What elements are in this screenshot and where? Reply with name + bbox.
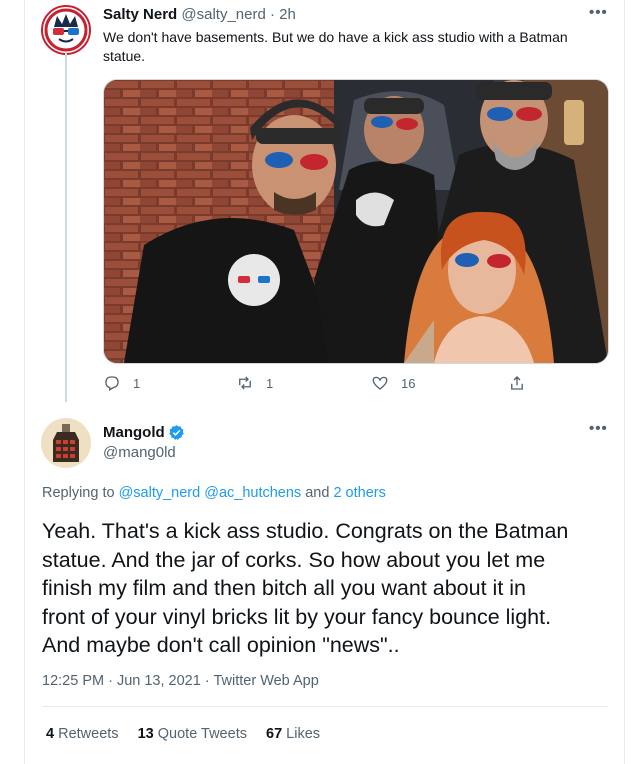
quote-tweets-label: Quote Tweets [157, 726, 247, 742]
verified-badge-icon [168, 425, 184, 440]
quote-tweets-stat[interactable]: 13 Quote Tweets [138, 726, 247, 742]
tweet-actions: 1 1 16 [103, 374, 543, 396]
replying-prefix: Replying to [42, 485, 115, 501]
tweet-meta: 12:25 PM · Jun 13, 2021 · Twitter Web Ap… [42, 673, 319, 689]
more-options-icon[interactable]: ••• [589, 4, 608, 21]
tweet-body-line: statue. And the jar of corks. So how abo… [42, 547, 546, 572]
tweet-stats: 4 Retweets 13 Quote Tweets 67 Likes [46, 726, 320, 742]
tweet-body-line: Yeah. That's a kick ass studio. Congrats… [42, 519, 569, 543]
share-button[interactable] [508, 374, 538, 392]
handle[interactable]: @salty_nerd [181, 6, 265, 23]
retweet-icon [239, 376, 251, 390]
more-options-icon[interactable]: ••• [589, 420, 608, 437]
separator-dot: · [269, 6, 275, 23]
tweet-text: We don't have basements. But we do have … [103, 28, 608, 66]
tweet-body-line: And maybe don't call opinion "news".. [42, 633, 400, 657]
bottle-avatar-icon [41, 418, 91, 468]
display-name[interactable]: Mangold [103, 424, 165, 441]
heart-icon [372, 376, 388, 390]
likes-stat[interactable]: 67 Likes [266, 726, 320, 742]
like-button[interactable]: 16 [371, 374, 415, 392]
replying-others-link[interactable]: 2 others [333, 485, 385, 501]
tweet-body-line: front of your vinyl bricks lit by your f… [42, 604, 552, 629]
reply-button[interactable]: 1 [103, 374, 140, 392]
avatar-mangold[interactable] [41, 418, 91, 468]
tweet-photo[interactable] [103, 79, 609, 364]
share-icon [511, 376, 523, 390]
replying-to: Replying to @salty_nerd @ac_hutchens and… [42, 485, 386, 501]
salty-nerd-logo-icon [44, 8, 88, 52]
retweets-stat[interactable]: 4 Retweets [46, 726, 119, 742]
retweets-label: Retweets [58, 726, 119, 742]
author-name-row: Mangold [103, 424, 185, 441]
tweet-body: Yeah. That's a kick ass studio. Congrats… [42, 517, 568, 660]
timeline-left-border [24, 0, 25, 764]
studio-group-photo [104, 80, 608, 363]
quote-tweets-count: 13 [137, 726, 154, 742]
tweet-time[interactable]: 2h [279, 6, 296, 23]
timeline-right-border [624, 0, 625, 764]
retweet-count: 1 [266, 375, 274, 391]
avatar-salty-nerd[interactable] [41, 5, 91, 55]
thread-connector-line [65, 52, 67, 402]
tweet-source[interactable]: Twitter Web App [213, 673, 318, 689]
tweet-timestamp[interactable]: 12:25 PM · Jun 13, 2021 [42, 673, 201, 689]
likes-count: 67 [266, 726, 283, 742]
tweet-text-line: statue. [103, 48, 146, 64]
reply-count: 1 [133, 375, 141, 391]
divider [42, 706, 608, 707]
tweet-text-line: We don't have basements. But we do have … [103, 29, 568, 45]
like-count: 16 [401, 375, 416, 391]
retweets-count: 4 [46, 726, 55, 742]
display-name[interactable]: Salty Nerd [103, 6, 177, 23]
handle[interactable]: @mang0ld [103, 444, 176, 461]
tweet-body-line: finish my film and then bitch all you wa… [42, 576, 527, 600]
replying-users-link[interactable]: @salty_nerd @ac_hutchens [119, 485, 302, 501]
retweet-button[interactable]: 1 [236, 374, 273, 392]
reply-icon [105, 376, 119, 391]
source-separator: · [204, 673, 210, 689]
replying-and: and [305, 485, 330, 501]
likes-label: Likes [286, 726, 321, 742]
tweet-header: Salty Nerd @salty_nerd · 2h [103, 6, 296, 23]
